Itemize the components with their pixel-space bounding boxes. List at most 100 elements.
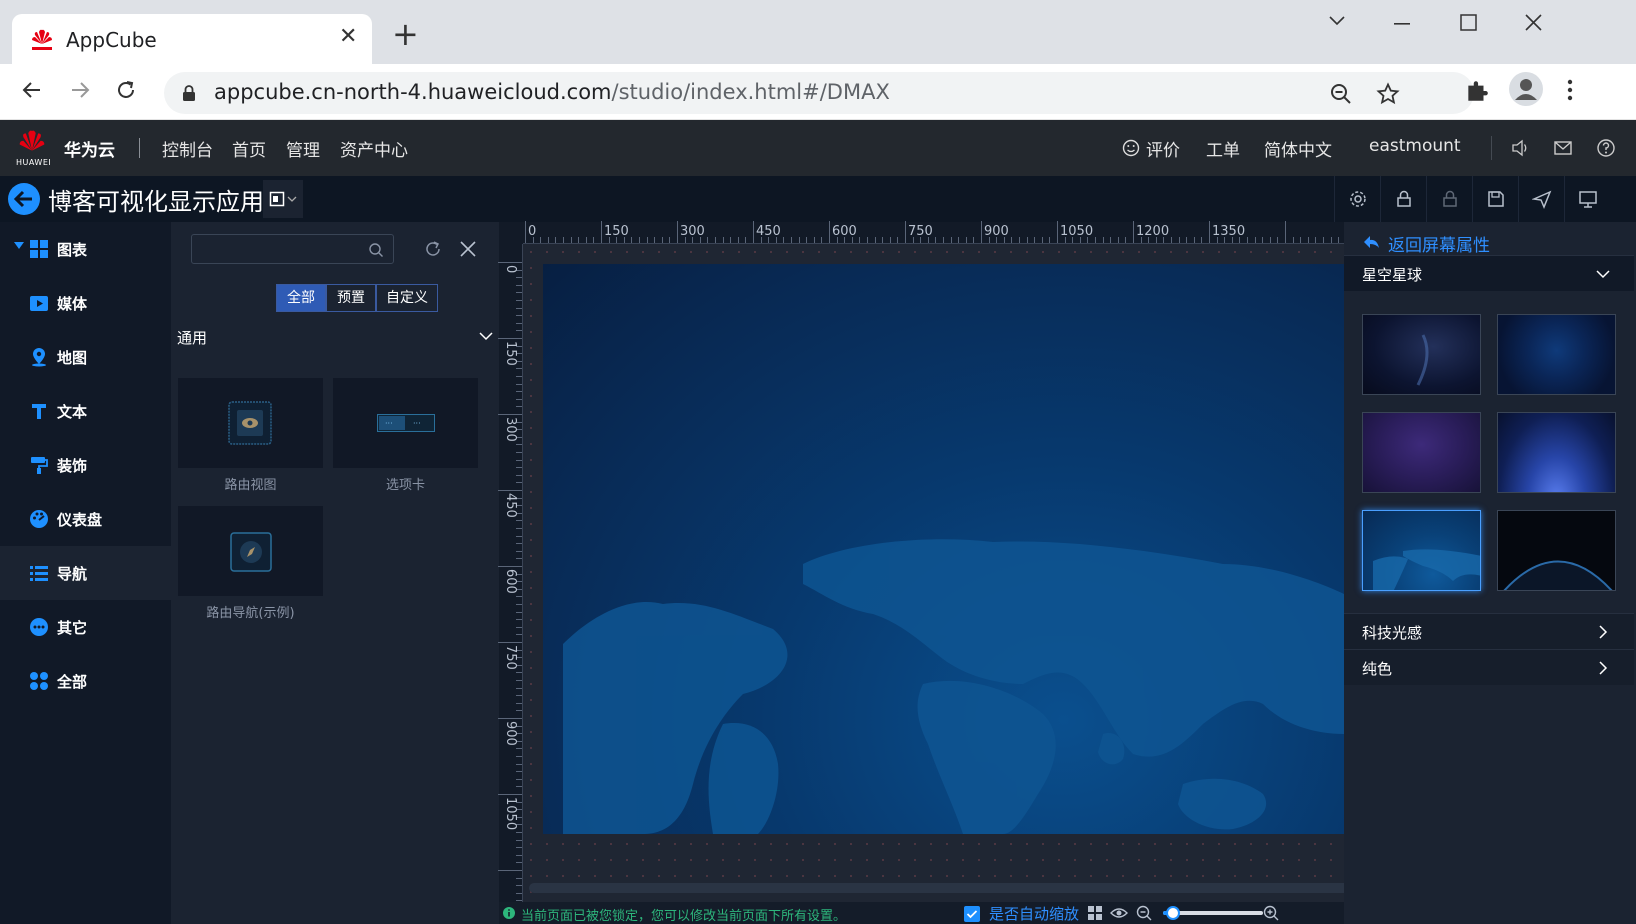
nav-home[interactable]: 首页 bbox=[232, 136, 266, 161]
close-panel-icon[interactable] bbox=[459, 240, 477, 258]
preview-tool[interactable] bbox=[1564, 176, 1610, 222]
brand-name[interactable]: 华为云 bbox=[64, 136, 115, 161]
nav-item-map[interactable]: 地图 bbox=[0, 330, 171, 384]
publish-tool[interactable] bbox=[1518, 176, 1564, 222]
text-icon bbox=[32, 404, 46, 419]
ruler-tick bbox=[601, 221, 602, 243]
back-button[interactable] bbox=[8, 183, 40, 215]
username[interactable]: eastmount bbox=[1369, 136, 1461, 156]
nav-item-media[interactable]: 媒体 bbox=[0, 276, 171, 330]
canvas-workspace[interactable] bbox=[523, 244, 1344, 902]
ruler-tick bbox=[516, 626, 522, 628]
nav-item-charts[interactable]: 图表 bbox=[0, 222, 171, 276]
search-input[interactable] bbox=[198, 239, 358, 259]
ruler-tick bbox=[631, 237, 633, 243]
ruler-tick bbox=[1034, 237, 1036, 243]
monitor-icon bbox=[1579, 191, 1597, 208]
maximize-icon[interactable] bbox=[1460, 14, 1478, 32]
background-thumb-5[interactable] bbox=[1362, 510, 1481, 591]
back-to-screen-properties-link[interactable]: 返回屏幕属性 bbox=[1388, 231, 1490, 256]
background-thumb-3[interactable] bbox=[1362, 412, 1481, 493]
filter-all[interactable]: 全部 bbox=[276, 284, 326, 312]
smile-icon[interactable] bbox=[1122, 139, 1140, 157]
screen-preview[interactable] bbox=[543, 264, 1344, 834]
browser-tab[interactable]: AppCube ✕ bbox=[12, 14, 372, 64]
forward-arrow-icon[interactable] bbox=[68, 78, 92, 102]
nav-item-navigation[interactable]: 导航 bbox=[0, 546, 171, 600]
component-tab-card[interactable]: ··· ··· bbox=[333, 378, 478, 468]
settings-tool[interactable] bbox=[1334, 176, 1380, 222]
component-search[interactable] bbox=[191, 234, 394, 264]
page-switcher[interactable] bbox=[263, 180, 303, 218]
section-label: 星空星球 bbox=[1362, 266, 1423, 284]
language-select[interactable]: 简体中文 bbox=[1264, 136, 1332, 161]
ruler-tick bbox=[1323, 237, 1324, 243]
new-tab-icon[interactable]: + bbox=[392, 18, 419, 50]
world-map-background bbox=[563, 539, 1344, 834]
background-thumb-2[interactable] bbox=[1497, 314, 1616, 395]
zoom-out-icon[interactable] bbox=[1329, 82, 1353, 106]
ticket-link[interactable]: 工单 bbox=[1206, 136, 1240, 161]
section-starry-planet[interactable]: 星空星球 bbox=[1344, 255, 1634, 291]
address-bar[interactable]: appcube.cn-north-4.huaweicloud.com/studi… bbox=[164, 72, 1474, 114]
nav-manage[interactable]: 管理 bbox=[286, 136, 320, 161]
nav-console[interactable]: 控制台 bbox=[162, 136, 213, 161]
nav-item-text[interactable]: 文本 bbox=[0, 384, 171, 438]
section-label: 纯色 bbox=[1362, 660, 1393, 678]
search-icon[interactable] bbox=[368, 242, 384, 258]
help-icon[interactable] bbox=[1596, 138, 1616, 158]
auto-zoom-label[interactable]: 是否自动缩放 bbox=[989, 903, 1079, 924]
browser-menu-icon[interactable] bbox=[1566, 78, 1574, 102]
speaker-icon[interactable] bbox=[1510, 138, 1530, 158]
return-arrow-icon[interactable] bbox=[1362, 234, 1380, 250]
rate-link[interactable]: 评价 bbox=[1146, 136, 1180, 161]
map-pin-icon bbox=[32, 348, 46, 367]
back-arrow-icon[interactable] bbox=[20, 78, 44, 102]
ruler-tick bbox=[981, 221, 982, 243]
nav-asset-center[interactable]: 资产中心 bbox=[340, 136, 408, 161]
unlock-tool[interactable] bbox=[1380, 176, 1426, 222]
mail-icon[interactable] bbox=[1553, 139, 1573, 157]
refresh-icon[interactable] bbox=[424, 240, 442, 258]
huawei-logo[interactable]: HUAWEI bbox=[14, 126, 51, 170]
eye-icon[interactable] bbox=[1110, 905, 1128, 921]
nav-item-label: 导航 bbox=[57, 565, 88, 583]
component-router-view[interactable] bbox=[178, 378, 323, 468]
ruler-tick bbox=[806, 237, 808, 243]
tab-search-chevron-icon[interactable] bbox=[1328, 14, 1346, 28]
close-window-icon[interactable] bbox=[1525, 14, 1543, 32]
lock-tool[interactable] bbox=[1426, 176, 1472, 222]
auto-zoom-checkbox[interactable] bbox=[964, 906, 980, 922]
extensions-puzzle-icon[interactable] bbox=[1464, 78, 1490, 104]
zoom-out-icon[interactable] bbox=[1136, 905, 1152, 921]
minimize-icon[interactable] bbox=[1394, 22, 1412, 26]
ruler-tick bbox=[516, 452, 522, 453]
nav-item-dashboard[interactable]: 仪表盘 bbox=[0, 492, 171, 546]
background-thumb-4[interactable] bbox=[1497, 412, 1616, 493]
canvas-horizontal-scrollbar[interactable] bbox=[529, 883, 1349, 893]
fit-grid-icon[interactable] bbox=[1087, 905, 1103, 921]
filter-custom[interactable]: 自定义 bbox=[376, 284, 438, 312]
ruler-tick bbox=[516, 535, 522, 537]
nav-item-other[interactable]: 其它 bbox=[0, 600, 171, 654]
save-tool[interactable] bbox=[1472, 176, 1518, 222]
bookmark-star-icon[interactable] bbox=[1376, 82, 1400, 106]
profile-avatar[interactable] bbox=[1509, 72, 1543, 106]
nav-item-decoration[interactable]: 装饰 bbox=[0, 438, 171, 492]
zoom-in-icon[interactable] bbox=[1263, 905, 1279, 921]
ruler-tick bbox=[516, 680, 522, 681]
background-thumb-1[interactable] bbox=[1362, 314, 1481, 395]
zoom-slider-handle[interactable] bbox=[1166, 906, 1180, 920]
section-tech-light[interactable]: 科技光感 bbox=[1344, 613, 1634, 649]
section-solid-color[interactable]: 纯色 bbox=[1344, 649, 1634, 685]
close-tab-icon[interactable]: ✕ bbox=[339, 24, 357, 49]
nav-item-all[interactable]: 全部 bbox=[0, 654, 171, 708]
chevron-down-icon[interactable] bbox=[479, 331, 493, 341]
component-router-nav[interactable] bbox=[178, 506, 323, 596]
ruler-tick bbox=[935, 237, 937, 243]
zoom-slider-track[interactable] bbox=[1163, 906, 1263, 920]
background-thumb-6[interactable] bbox=[1497, 510, 1616, 591]
reload-icon[interactable] bbox=[114, 78, 138, 102]
ruler-tick bbox=[498, 566, 522, 567]
filter-preset[interactable]: 预置 bbox=[326, 284, 376, 312]
